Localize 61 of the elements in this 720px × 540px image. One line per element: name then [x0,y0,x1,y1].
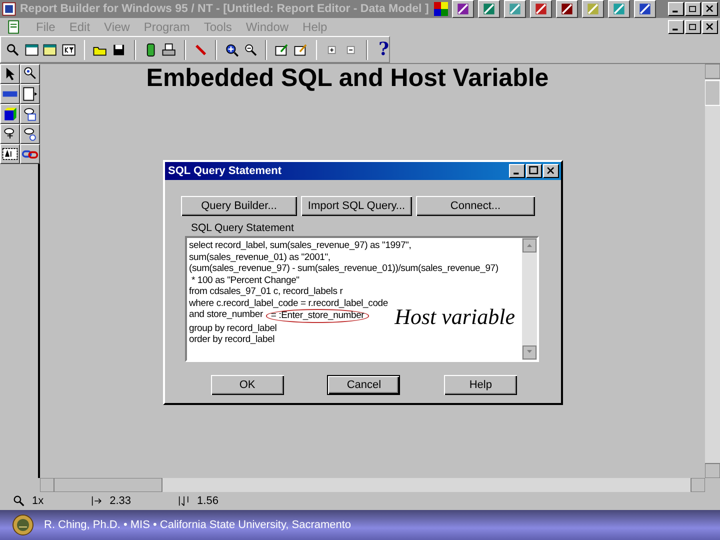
window-title: Report Builder for Windows 95 / NT - [Untitled: Report Editor - Data Model ] [20,3,430,15]
document-icon[interactable] [6,19,22,35]
magnifier-icon[interactable] [20,64,40,84]
x-position: 2.33 [110,495,132,507]
vertical-position-icon [177,494,192,508]
app-icon[interactable] [504,0,526,18]
scrollbar[interactable] [40,478,705,492]
code-line: * 100 as "Percent Change" [190,274,300,286]
restore-button[interactable] [685,2,701,16]
dialog-button[interactable]: Import SQL Query... [301,196,412,216]
query-icon[interactable] [0,84,20,104]
app-icon [2,2,16,16]
circled-code: = :Enter_store_number [266,309,370,322]
y-position: 1.56 [197,495,218,507]
app-icon[interactable] [634,0,656,18]
minimize-button[interactable] [668,2,684,16]
slide-heading: Embedded SQL and Host Variable [145,64,550,93]
dialog-button[interactable]: Cancel [327,375,400,395]
app-icon[interactable] [608,0,630,18]
cube-icon[interactable] [0,104,20,124]
minimize-button[interactable] [509,164,525,178]
app-icon[interactable] [530,0,552,18]
dialog-title: SQL Query Statement [168,165,282,177]
close-button[interactable] [543,164,559,178]
link-icon[interactable] [20,144,40,164]
seal-icon [12,514,34,536]
close-button[interactable] [702,2,718,16]
magnifier-icon [12,494,26,508]
scrollbar[interactable] [522,238,537,360]
dialog-button[interactable]: Help [444,375,518,395]
pointer-icon[interactable] [0,64,20,84]
dialog-button[interactable]: Query Builder... [181,196,297,216]
code-line: and store_number [189,309,263,320]
code-line: where c.record_label_code = r.record_label_code [189,298,388,309]
code-line: group by record_label [189,322,277,334]
app-icon[interactable] [452,0,474,18]
restore-button[interactable] [685,20,701,34]
horizontal-position-icon [90,494,104,508]
close-button[interactable] [702,20,718,34]
code-line: order by record_label [189,334,275,346]
app-icon[interactable] [582,0,604,18]
printer-icon[interactable] [161,40,177,58]
maximize-button[interactable] [526,164,542,178]
field-label: SQL Query Statement [191,222,295,234]
scrollbar[interactable] [705,64,720,478]
dialog-button[interactable]: OK [210,375,284,395]
text-field-icon[interactable] [0,144,20,164]
code-line: from cdsales_97_01 c, record_labels r [189,286,343,298]
code-line: (sum(sales_revenue_97) - sum(sales_revenue_01))/sum(sales_revenue_97) [189,263,498,274]
footer-text: R. Ching, Ph.D. • MIS • California State University, Sacramento [44,519,352,531]
sql-field[interactable] [185,236,539,362]
code-line: sum(sales_revenue_01) as "2001", [189,252,330,263]
code-line: select record_label, sum(sales_revenue_97) as "1997", [189,240,412,252]
help-button[interactable]: ? [378,39,390,60]
dialog-button[interactable]: Connect... [416,196,535,216]
annotation-text: Host variable [394,304,515,330]
app-icon[interactable] [478,0,500,18]
color-squares-icon [434,2,448,16]
app-icon[interactable] [556,0,578,18]
zoom-level: 1x [32,495,44,507]
minimize-button[interactable] [668,20,684,34]
